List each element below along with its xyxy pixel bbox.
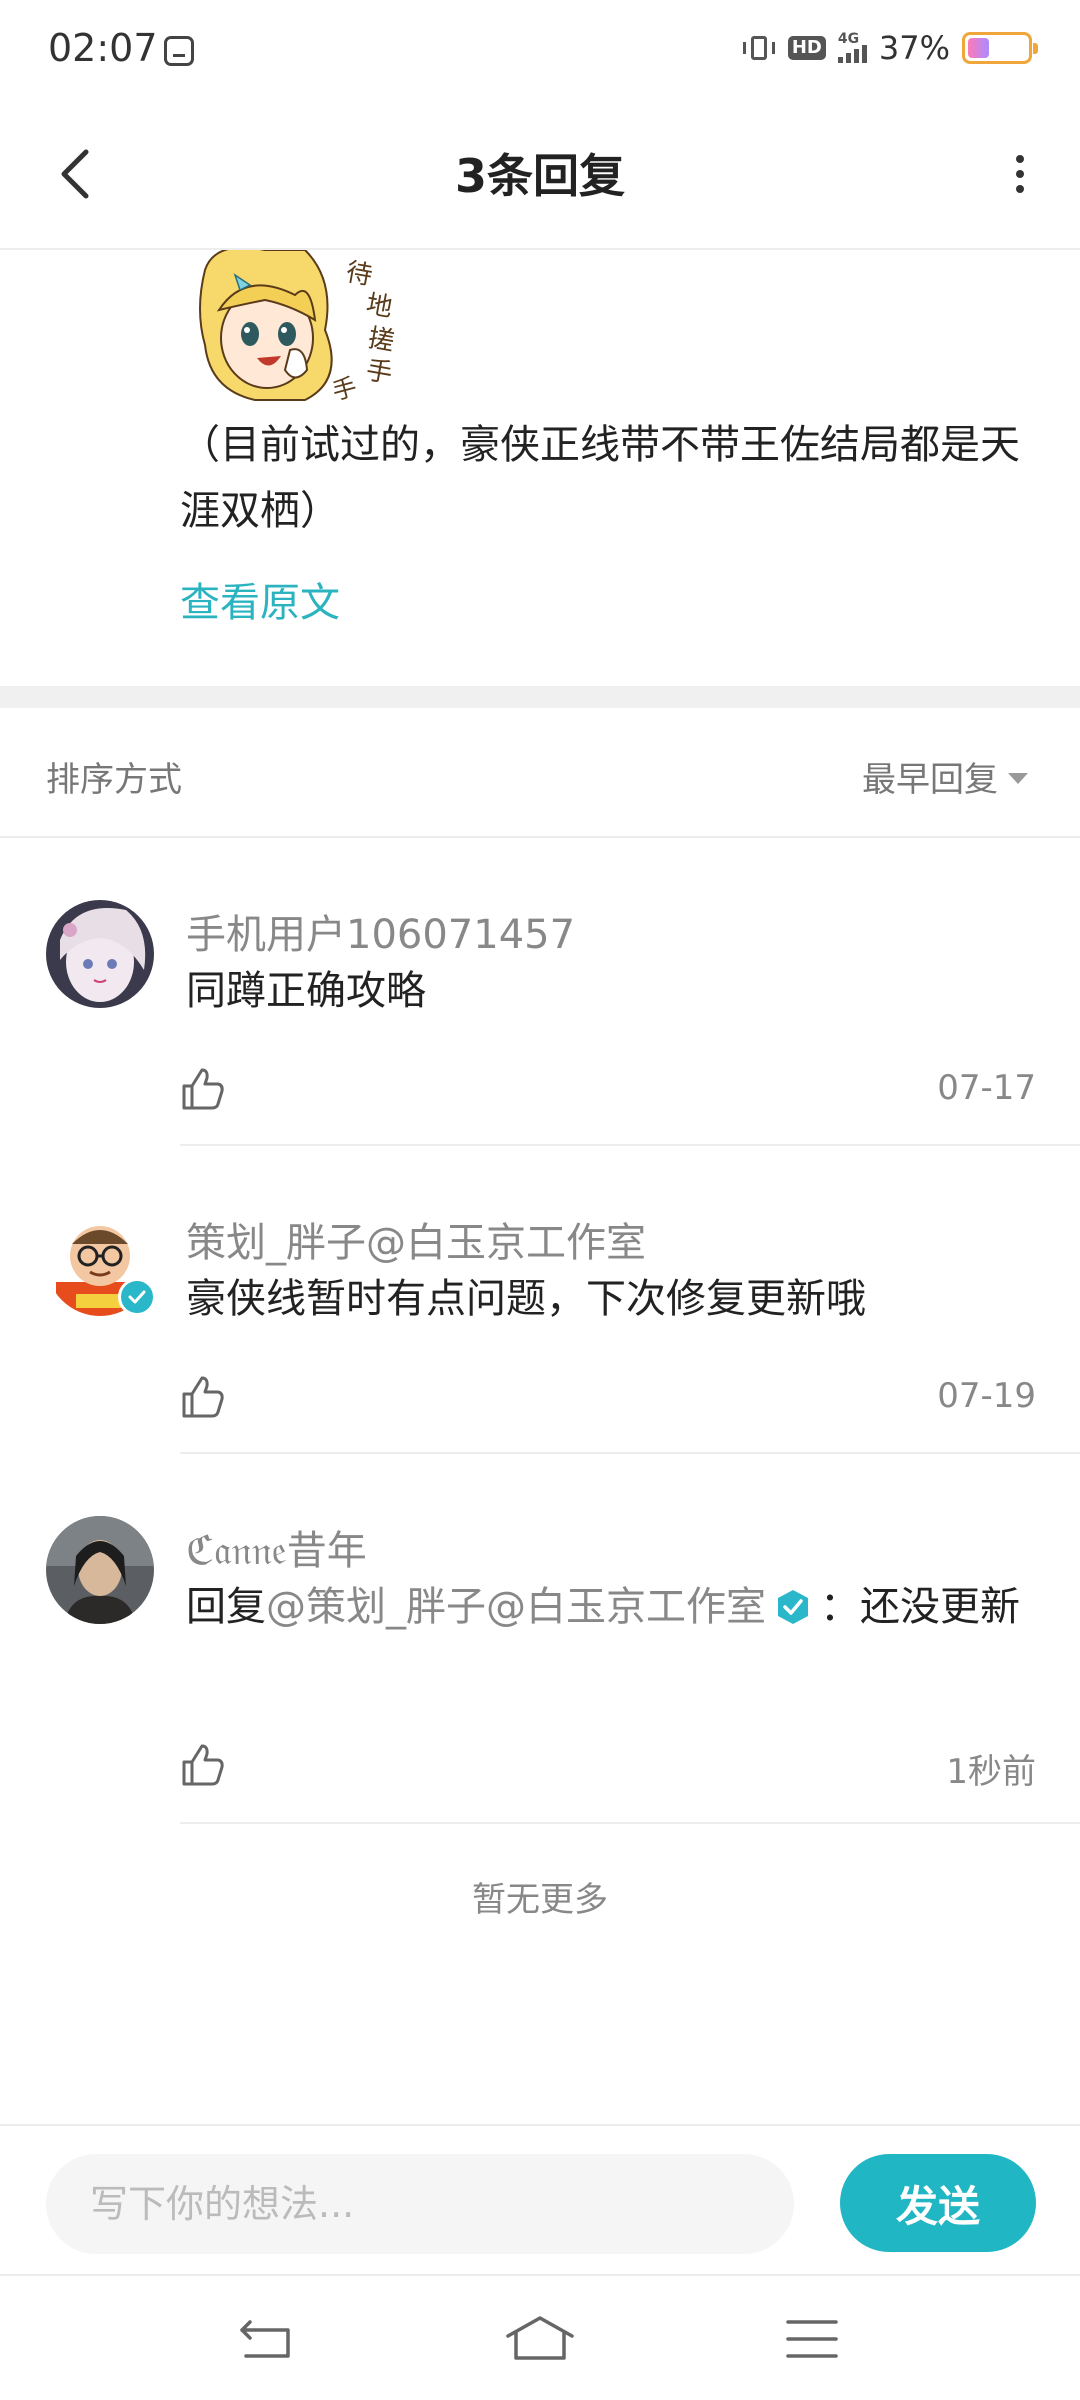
battery-level-fill — [968, 38, 990, 58]
status-indicators: HD 4G 37% — [742, 26, 1038, 70]
reply-prefix: 回复 — [186, 1584, 266, 1630]
section-divider — [0, 686, 1080, 708]
sort-label: 排序方式 — [46, 760, 182, 800]
comment-date: 07-19 — [937, 1376, 1036, 1416]
comment-username[interactable]: ℭ𝔞𝔫𝔫𝔢昔年 — [186, 1518, 367, 1576]
thumbs-up-icon[interactable] — [180, 1066, 226, 1112]
thumbs-up-icon[interactable] — [180, 1374, 226, 1420]
battery-icon — [962, 32, 1038, 64]
user-avatar[interactable] — [46, 1516, 154, 1624]
more-options-icon[interactable] — [990, 144, 1050, 204]
svg-text:手: 手 — [364, 355, 395, 389]
svg-text:手: 手 — [329, 373, 359, 406]
comment-username[interactable]: 手机用户106071457 — [186, 902, 575, 960]
network-type-label: 4G — [837, 31, 860, 47]
page-title: 3条回复 — [454, 149, 625, 203]
comment-text: 豪侠线暂时有点问题，下次修复更新哦 — [186, 1276, 866, 1322]
comment-date: 07-17 — [937, 1068, 1036, 1108]
svg-text:搓: 搓 — [366, 323, 397, 357]
svg-text:待: 待 — [344, 257, 375, 291]
nav-menu-icon[interactable] — [782, 2314, 842, 2364]
reply-text: 回复@策划_胖子@白玉京工作室 ：还没更新 — [186, 1576, 1036, 1638]
anime-sticker-image: 待 地 搓 手 手 — [199, 250, 397, 406]
user-avatar[interactable] — [46, 900, 154, 1008]
verified-badge-icon — [778, 1590, 808, 1624]
comment-item: 手机用户106071457 同蹲正确攻略 07-17 — [0, 900, 1080, 1146]
comment-date: 1秒前 — [946, 1752, 1036, 1792]
post-excerpt-text: （目前试过的，豪侠正线带不带王佐结局都是天涯双栖） — [180, 422, 1020, 534]
verified-badge-icon — [118, 1278, 156, 1316]
comment-item: 策划_胖子@白玉京工作室 豪侠线暂时有点问题，下次修复更新哦 07-19 — [0, 1208, 1080, 1454]
comment-divider — [180, 1452, 1080, 1454]
battery-percent: 37% — [878, 29, 950, 67]
hd-icon: HD — [787, 36, 826, 60]
status-bar: 02:07 HD 4G 37% — [0, 0, 1080, 100]
system-navigation-bar — [0, 2274, 1080, 2400]
sort-bar: 排序方式 最早回复 — [0, 708, 1080, 838]
svg-text:地: 地 — [364, 289, 395, 323]
notification-app-icon — [164, 36, 194, 66]
signal-icon: 4G — [837, 31, 867, 63]
comment-username[interactable]: 策划_胖子@白玉京工作室 — [186, 1210, 646, 1268]
comment-divider — [180, 1822, 1080, 1824]
nav-home-icon[interactable] — [504, 2314, 576, 2364]
comment-item: ℭ𝔞𝔫𝔫𝔢昔年 回复@策划_胖子@白玉京工作室 ：还没更新 1秒前 — [0, 1516, 1080, 1826]
no-more-text: 暂无更多 — [472, 1880, 608, 1920]
sort-selected-value: 最早回复 — [862, 760, 998, 800]
dropdown-caret-icon — [1008, 773, 1028, 784]
comment-text: 同蹲正确攻略 — [186, 968, 426, 1014]
reply-mention-link[interactable]: @策划_胖子@白玉京工作室 — [266, 1584, 766, 1630]
send-button[interactable]: 发送 — [840, 2154, 1036, 2252]
reply-body: ：还没更新 — [820, 1584, 1020, 1630]
vibrate-icon — [742, 34, 776, 62]
nav-back-icon[interactable] — [236, 2314, 296, 2364]
status-time: 02:07 — [48, 26, 158, 70]
view-original-link[interactable]: 查看原文 — [180, 570, 340, 628]
reply-input[interactable] — [46, 2154, 794, 2254]
original-post: 待 地 搓 手 手 （目前试过的，豪侠正线带不带王佐结局都是天涯双栖） 查看原文 — [0, 250, 1080, 685]
thumbs-up-icon[interactable] — [180, 1742, 226, 1788]
sort-dropdown[interactable]: 最早回复 — [862, 752, 1028, 801]
comment-divider — [180, 1144, 1080, 1146]
reply-input-bar: 发送 — [0, 2124, 1080, 2274]
top-app-bar: 3条回复 — [0, 100, 1080, 250]
